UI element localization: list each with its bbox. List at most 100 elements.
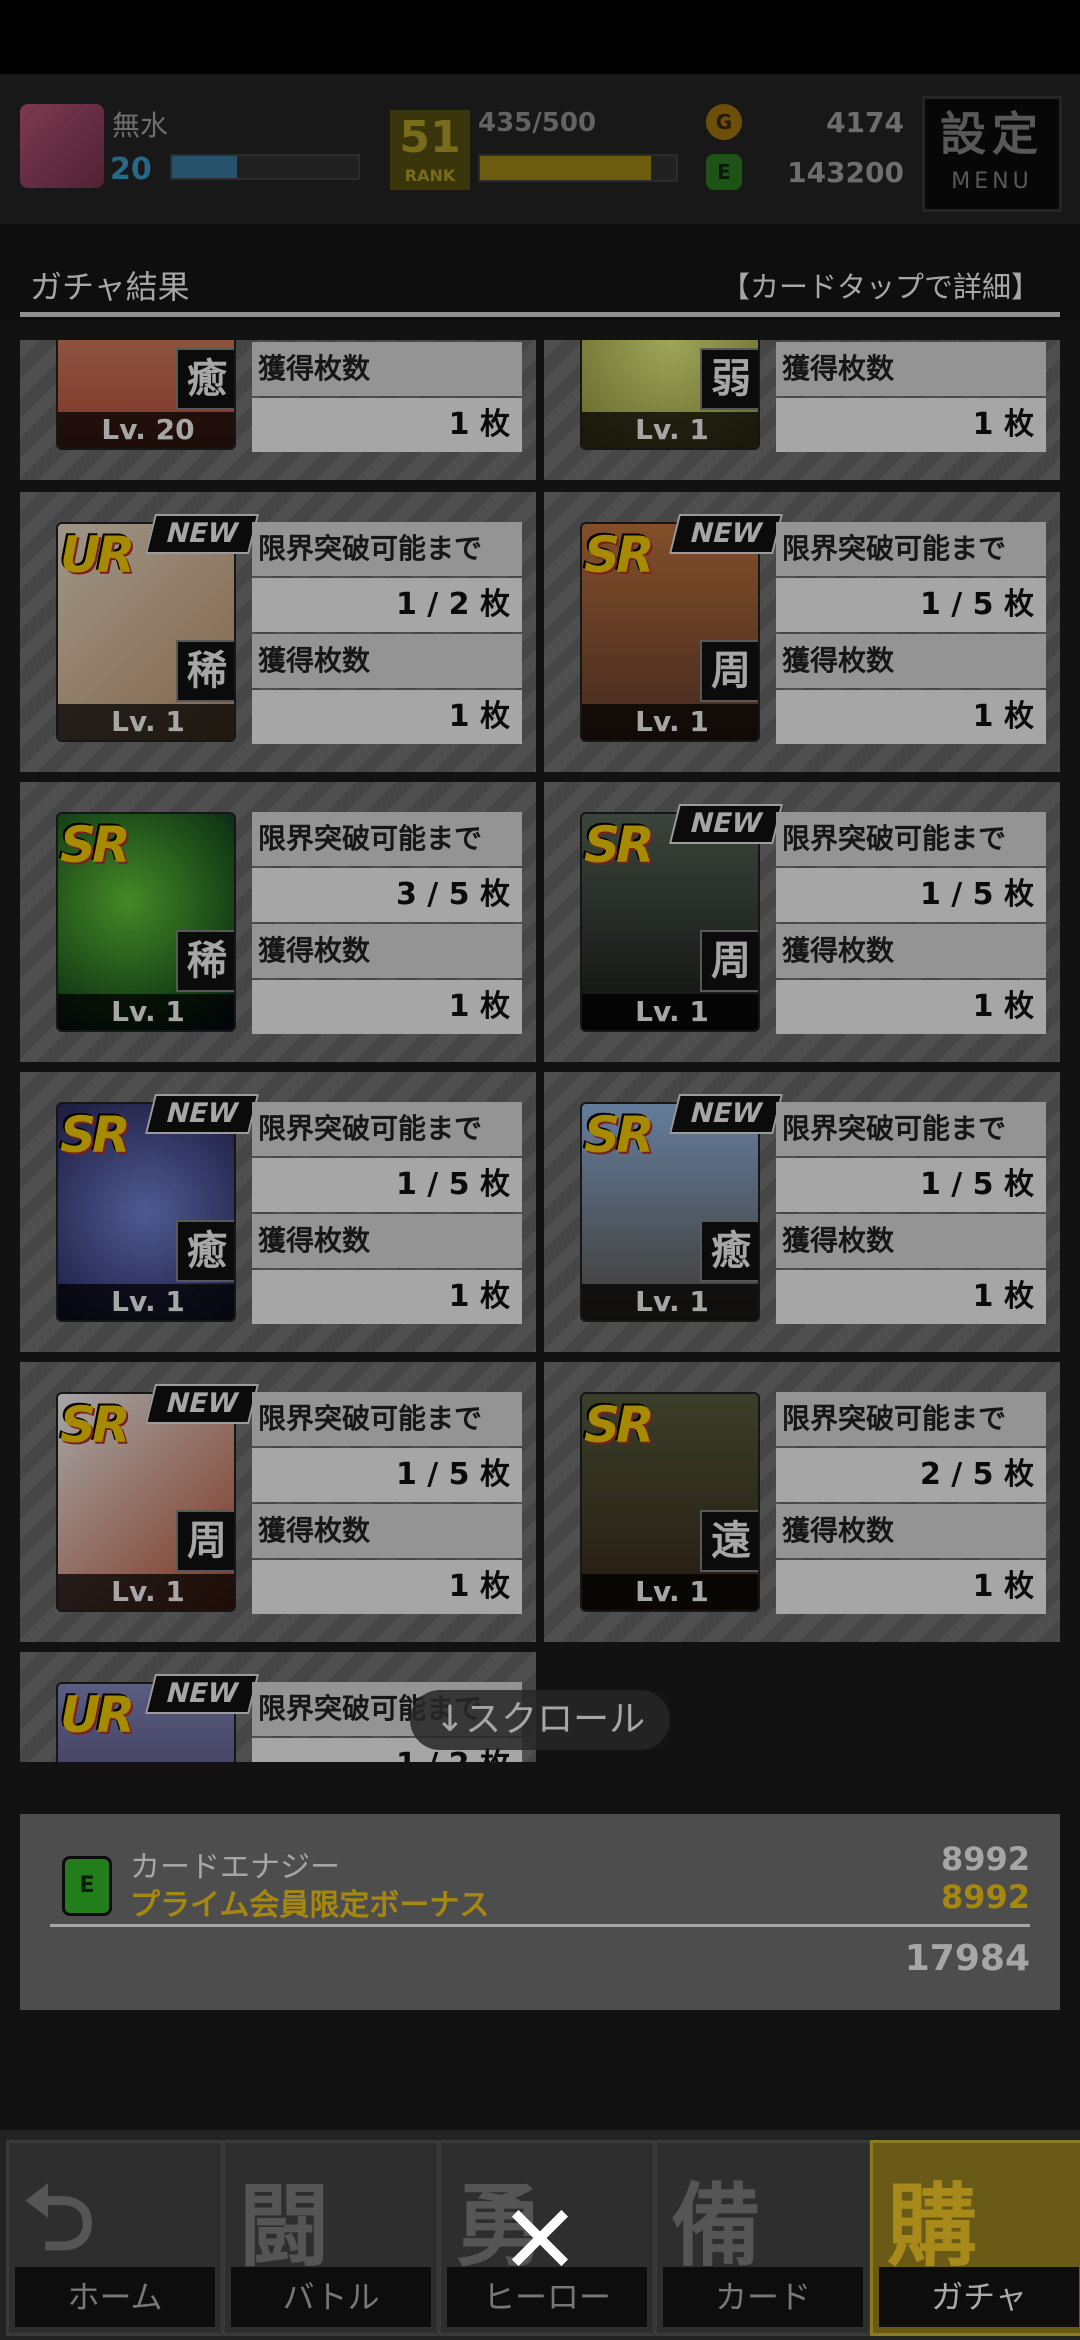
attribute-badge: 周: [700, 640, 758, 702]
gacha-results-screen: 無水 20 51 RANK 435/500 G 4174 E 143200 設定…: [0, 0, 1080, 2340]
obtained-count-label: 獲得枚数: [252, 342, 522, 396]
card-level: Lv. 1: [582, 1574, 758, 1610]
rarity-badge: SR: [584, 816, 654, 874]
card-result-1[interactable]: 癒 Lv. 20 獲得枚数 1 枚: [20, 340, 536, 480]
attribute-badge: 弱: [700, 348, 758, 410]
stamina-fill: [480, 156, 651, 180]
attribute-badge: 稀: [176, 930, 234, 992]
rarity-badge: SR: [60, 1106, 130, 1164]
gold-amount: 4174: [826, 106, 904, 139]
obtained-count-label: 獲得枚数: [776, 1504, 1046, 1558]
new-badge: NEW: [145, 1384, 259, 1424]
new-badge: NEW: [145, 514, 259, 554]
new-badge: NEW: [669, 804, 783, 844]
card-portrait: SR 癒 Lv. 1: [56, 1102, 236, 1322]
card-result-3[interactable]: UR 稀 Lv. 1 NEW 限界突破可能まで 1 / 2 枚獲得枚数 1 枚: [20, 492, 536, 772]
player-level: 20: [110, 152, 152, 187]
rarity-badge: SR: [60, 1396, 130, 1454]
scroll-hint: ↓スクロール: [410, 1690, 670, 1750]
card-result-2[interactable]: 弱 Lv. 1 獲得枚数 1 枚: [544, 340, 1060, 480]
energy-can-icon: E: [62, 1856, 112, 1916]
stamina-text: 435/500: [478, 108, 597, 138]
card-result-7[interactable]: SR 癒 Lv. 1 NEW 限界突破可能まで 1 / 5 枚獲得枚数 1 枚: [20, 1072, 536, 1352]
card-level: Lv. 1: [582, 704, 758, 740]
gacha-icon: 購: [887, 2174, 977, 2279]
top-bar: 無水 20 51 RANK 435/500 G 4174 E 143200 設定…: [0, 74, 1080, 224]
card-energy-total: 17984: [904, 1938, 1030, 1979]
rarity-badge: SR: [584, 526, 654, 584]
obtained-count-value: 1 枚: [252, 980, 522, 1034]
player-name: 無水: [112, 109, 169, 142]
new-badge: NEW: [669, 1094, 783, 1134]
obtained-count-value: 1 枚: [776, 1560, 1046, 1614]
limit-break-label: 限界突破可能まで: [776, 1102, 1046, 1156]
close-icon[interactable]: ✕: [496, 2192, 584, 2288]
limit-break-label: 限界突破可能まで: [252, 812, 522, 866]
nav-card[interactable]: 備カード: [654, 2140, 872, 2336]
card-result-10[interactable]: SR 遠 Lv. 1 限界突破可能まで 2 / 5 枚獲得枚数 1 枚: [544, 1362, 1060, 1642]
obtained-count-value: 1 枚: [252, 398, 522, 452]
card-level: Lv. 1: [58, 1574, 234, 1610]
limit-break-label: 限界突破可能まで: [252, 522, 522, 576]
obtained-count-label: 獲得枚数: [252, 1504, 522, 1558]
card-portrait: SR 癒 Lv. 1: [580, 1102, 760, 1322]
attribute-badge: 癒: [700, 1220, 758, 1282]
energy-can-icon: E: [706, 154, 742, 190]
nav-gacha[interactable]: 購ガチャ: [870, 2140, 1080, 2336]
card-result-9[interactable]: SR 周 Lv. 1 NEW 限界突破可能まで 1 / 5 枚獲得枚数 1 枚: [20, 1362, 536, 1642]
attribute-badge: 周: [176, 1510, 234, 1572]
card-icon: 備: [671, 2174, 761, 2279]
new-badge: NEW: [145, 1674, 259, 1714]
card-level: Lv. 1: [582, 1284, 758, 1320]
nav-label: ガチャ: [879, 2267, 1079, 2327]
prime-bonus-label: プライム会員限定ボーナス: [130, 1888, 490, 1923]
coin-icon: G: [706, 104, 742, 140]
rarity-badge: UR: [60, 526, 135, 584]
obtained-count-value: 1 枚: [776, 980, 1046, 1034]
prime-bonus-value: 8992: [940, 1878, 1030, 1916]
menu-label: MENU: [951, 169, 1033, 194]
nav-home[interactable]: ⮌ ホーム: [6, 2140, 224, 2336]
obtained-count-value: 1 枚: [252, 1270, 522, 1324]
new-badge: NEW: [145, 1094, 259, 1134]
obtained-count-value: 1 枚: [776, 398, 1046, 452]
obtained-count-label: 獲得枚数: [776, 924, 1046, 978]
limit-break-value: 1 / 5 枚: [776, 1158, 1046, 1212]
summary-divider: [50, 1924, 1030, 1927]
limit-break-value: 1 / 5 枚: [252, 1158, 522, 1212]
nav-label: バトル: [231, 2267, 431, 2327]
card-result-8[interactable]: SR 癒 Lv. 1 NEW 限界突破可能まで 1 / 5 枚獲得枚数 1 枚: [544, 1072, 1060, 1352]
limit-break-label: 限界突破可能まで: [776, 522, 1046, 576]
attribute-badge: 癒: [176, 348, 234, 410]
obtained-count-value: 1 枚: [252, 690, 522, 744]
page-title: ガチャ結果: [30, 268, 190, 306]
player-avatar[interactable]: [20, 104, 104, 188]
card-result-4[interactable]: SR 周 Lv. 1 NEW 限界突破可能まで 1 / 5 枚獲得枚数 1 枚: [544, 492, 1060, 772]
attribute-badge: 癒: [176, 1220, 234, 1282]
card-portrait: 弱 Lv. 1: [580, 340, 760, 450]
card-result-5[interactable]: SR 稀 Lv. 1 限界突破可能まで 3 / 5 枚獲得枚数 1 枚: [20, 782, 536, 1062]
card-portrait: UR 稀 Lv. 1: [56, 522, 236, 742]
nav-battle[interactable]: 闘バトル: [222, 2140, 440, 2336]
card-portrait: SR 周 Lv. 1: [56, 1392, 236, 1612]
detail-hint: 【カードタップで詳細】: [720, 270, 1040, 304]
card-level: Lv. 1: [58, 994, 234, 1030]
settings-menu-button[interactable]: 設定 MENU: [922, 96, 1062, 212]
nav-label: カード: [663, 2267, 863, 2327]
rarity-badge: SR: [60, 816, 130, 874]
limit-break-label: 限界突破可能まで: [776, 1392, 1046, 1446]
rank-badge: 51 RANK: [390, 110, 470, 190]
player-exp-fill: [172, 156, 238, 178]
limit-break-value: 3 / 5 枚: [252, 868, 522, 922]
rank-label: RANK: [404, 166, 456, 185]
limit-break-label: 限界突破可能まで: [252, 1392, 522, 1446]
settings-label: 設定: [940, 107, 1044, 161]
obtained-count-label: 獲得枚数: [776, 1214, 1046, 1268]
card-portrait: SR 周 Lv. 1: [580, 812, 760, 1032]
nav-label: ホーム: [15, 2267, 215, 2327]
card-level: Lv. 1: [582, 412, 758, 448]
card-result-6[interactable]: SR 周 Lv. 1 NEW 限界突破可能まで 1 / 5 枚獲得枚数 1 枚: [544, 782, 1060, 1062]
stamina-bar: [478, 154, 678, 182]
header-divider: [20, 312, 1060, 317]
card-portrait: 癒 Lv. 20: [56, 340, 236, 450]
